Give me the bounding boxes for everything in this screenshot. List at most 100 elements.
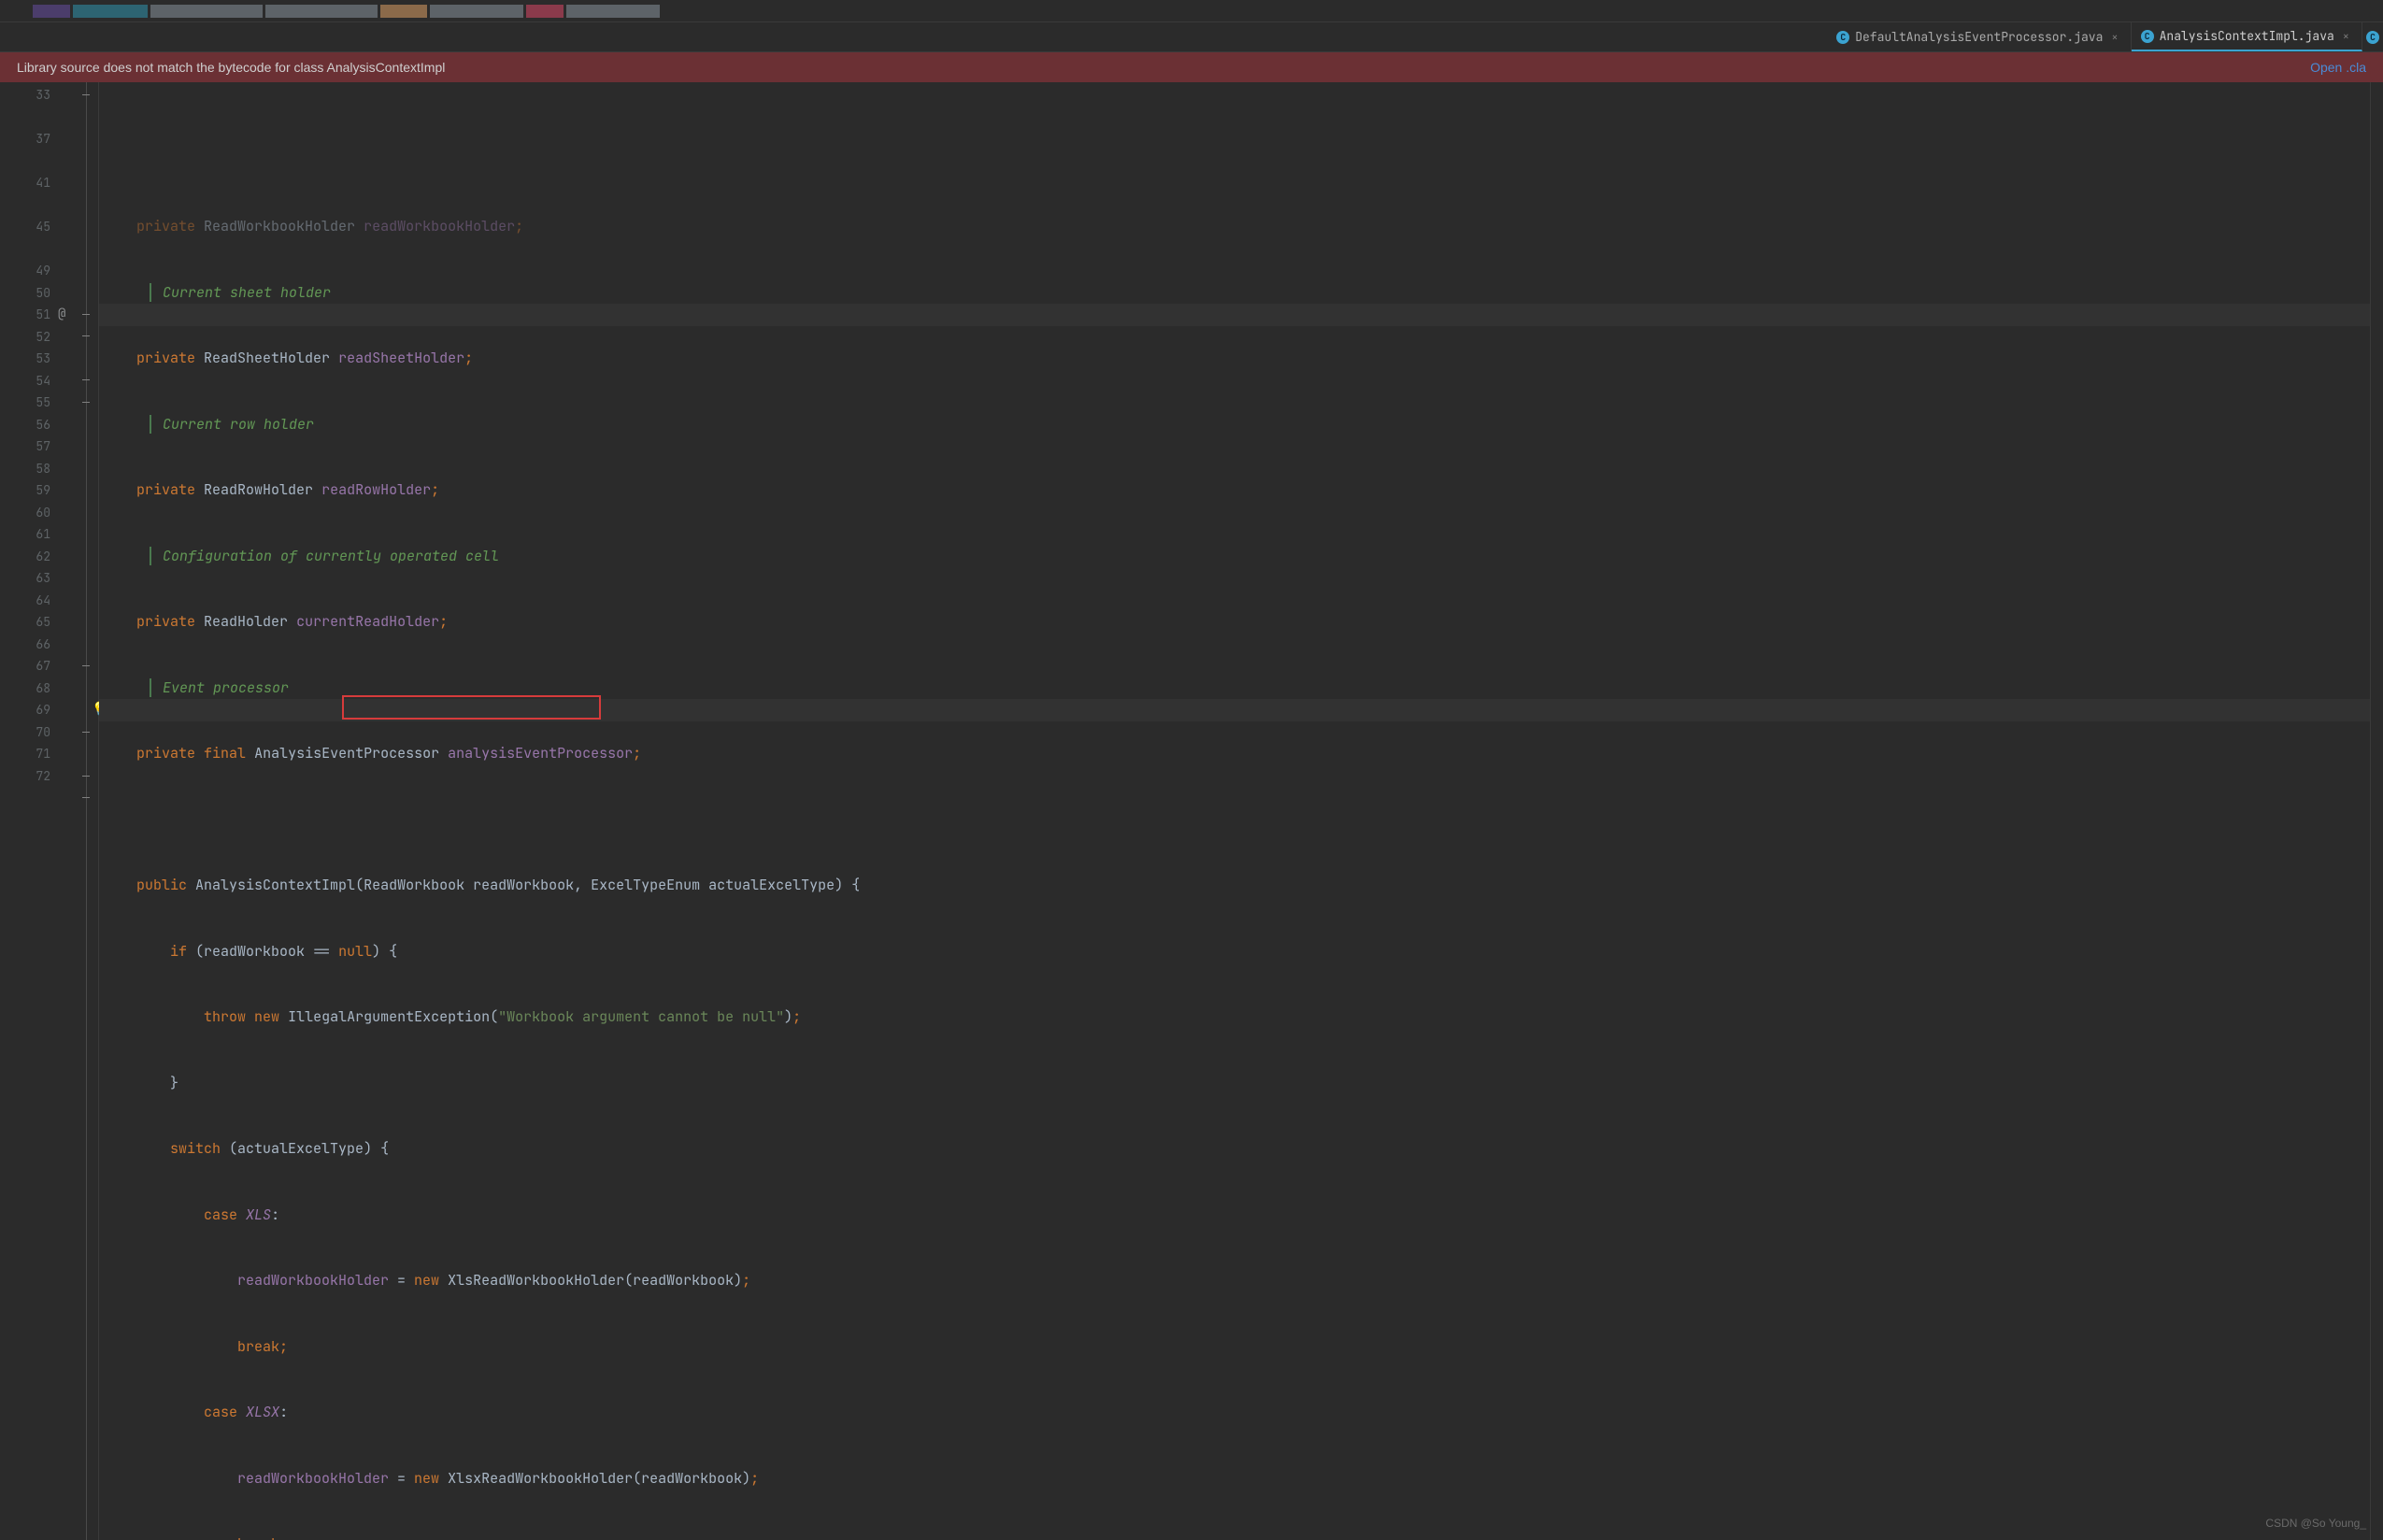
block [566, 5, 660, 18]
line-number: 54 [17, 370, 56, 392]
editor-tab-bar: C DefaultAnalysisEventProcessor.java × C… [0, 22, 2383, 52]
line-number: 70 [17, 721, 56, 744]
tab-spacer [0, 22, 1827, 51]
tab-label: AnalysisContextImpl.java [2160, 28, 2334, 44]
block [526, 5, 564, 18]
line-number: 64 [17, 590, 56, 612]
line-number: 58 [17, 458, 56, 480]
block [430, 5, 523, 18]
line-number: 55 [17, 392, 56, 414]
fold-marker[interactable] [82, 379, 90, 380]
toolbar-color-blocks [0, 5, 660, 18]
line-number: 53 [17, 348, 56, 370]
code-comment: Event processor [99, 677, 2370, 700]
fold-marker[interactable] [82, 776, 90, 777]
warning-banner: Library source does not match the byteco… [0, 52, 2383, 82]
left-strip [0, 82, 17, 1540]
current-line-highlight-69 [99, 699, 2370, 721]
code-line: case XLSX: [99, 1402, 2370, 1424]
code-comment: Configuration of currently operated cell [99, 546, 2370, 568]
tab-overflow[interactable]: C [2362, 22, 2383, 51]
line-number: 68 [17, 677, 56, 700]
tab-default-analysis[interactable]: C DefaultAnalysisEventProcessor.java × [1827, 22, 2131, 51]
line-number: 72 [17, 765, 56, 788]
code-line: private ReadWorkbookHolder readWorkbookH… [99, 216, 2370, 238]
block [73, 5, 148, 18]
code-line: case XLS: [99, 1205, 2370, 1227]
line-number: 57 [17, 435, 56, 458]
warning-text: Library source does not match the byteco… [17, 60, 445, 75]
annotation-at-icon[interactable]: @ [58, 304, 65, 326]
code-line: private ReadRowHolder readRowHolder; [99, 479, 2370, 502]
code-line: private ReadSheetHolder readSheetHolder; [99, 348, 2370, 370]
line-number: 49 [17, 260, 56, 282]
line-number: 71 [17, 743, 56, 765]
fold-marker[interactable] [82, 402, 90, 403]
block [150, 5, 263, 18]
code-line: throw new IllegalArgumentException("Work… [99, 1006, 2370, 1029]
code-line: readWorkbookHolder = new XlsxReadWorkboo… [99, 1468, 2370, 1490]
fold-marker[interactable] [82, 335, 90, 336]
line-number: 51 [17, 304, 56, 326]
right-rail[interactable] [2370, 82, 2383, 1540]
close-icon[interactable]: × [2108, 30, 2120, 45]
open-class-link[interactable]: Open .cla [2310, 60, 2366, 75]
code-line: private final AnalysisEventProcessor ana… [99, 743, 2370, 765]
code-line: private ReadHolder currentReadHolder; [99, 611, 2370, 634]
fold-line [86, 82, 87, 1540]
app-root: C DefaultAnalysisEventProcessor.java × C… [0, 0, 2383, 1540]
line-number [17, 787, 56, 809]
fold-marker[interactable] [82, 797, 90, 798]
line-number: 33 [17, 84, 56, 107]
code-line: break; [99, 1533, 2370, 1540]
line-number: 60 [17, 502, 56, 524]
tab-label: DefaultAnalysisEventProcessor.java [1855, 29, 2103, 45]
line-number: 69 [17, 699, 56, 721]
line-number: 61 [17, 523, 56, 546]
code-line: break; [99, 1336, 2370, 1359]
line-number: 41 [17, 172, 56, 194]
block [380, 5, 427, 18]
fold-marker[interactable] [82, 94, 90, 95]
line-number [17, 107, 56, 129]
fold-marker[interactable] [82, 314, 90, 315]
line-number: 63 [17, 567, 56, 590]
watermark: CSDN @So Young_ [2265, 1513, 2366, 1535]
close-icon[interactable]: × [2340, 29, 2352, 44]
code-line [99, 809, 2370, 832]
java-class-icon: C [2366, 31, 2379, 44]
line-number: 37 [17, 128, 56, 150]
line-number: 67 [17, 655, 56, 677]
current-line-highlight-51 [99, 304, 2370, 326]
code-line: } [99, 1073, 2370, 1095]
line-number: 45 [17, 216, 56, 238]
code-comment: Current row holder [99, 414, 2370, 436]
block [33, 5, 70, 18]
java-class-icon: C [1836, 31, 1849, 44]
code-comment: Current sheet holder [99, 282, 2370, 305]
line-number-gutter: 33 37 41 45 49 50 51 52 53 54 55 56 57 5… [17, 82, 56, 1540]
line-number: 59 [17, 479, 56, 502]
code-line: public AnalysisContextImpl(ReadWorkbook … [99, 875, 2370, 897]
code-line: readWorkbookHolder = new XlsReadWorkbook… [99, 1270, 2370, 1292]
line-number: 65 [17, 611, 56, 634]
line-number: 62 [17, 546, 56, 568]
code-area[interactable]: private ReadWorkbookHolder readWorkbookH… [99, 82, 2370, 1540]
line-number: 66 [17, 634, 56, 656]
code-line: switch (actualExcelType) { [99, 1138, 2370, 1161]
code-line: if (readWorkbook == null) { [99, 941, 2370, 963]
gutter-icons: @ 💡 [56, 82, 99, 1540]
java-class-icon: C [2141, 30, 2154, 43]
fold-marker[interactable] [82, 732, 90, 733]
block [265, 5, 378, 18]
line-number: 50 [17, 282, 56, 305]
line-number: 56 [17, 414, 56, 436]
fold-marker[interactable] [82, 665, 90, 666]
editor-area: 33 37 41 45 49 50 51 52 53 54 55 56 57 5… [0, 82, 2383, 1540]
top-toolbar [0, 0, 2383, 22]
line-number [17, 238, 56, 261]
line-number [17, 194, 56, 217]
line-number [17, 150, 56, 173]
tab-analysis-context[interactable]: C AnalysisContextImpl.java × [2132, 22, 2362, 51]
line-number: 52 [17, 326, 56, 349]
